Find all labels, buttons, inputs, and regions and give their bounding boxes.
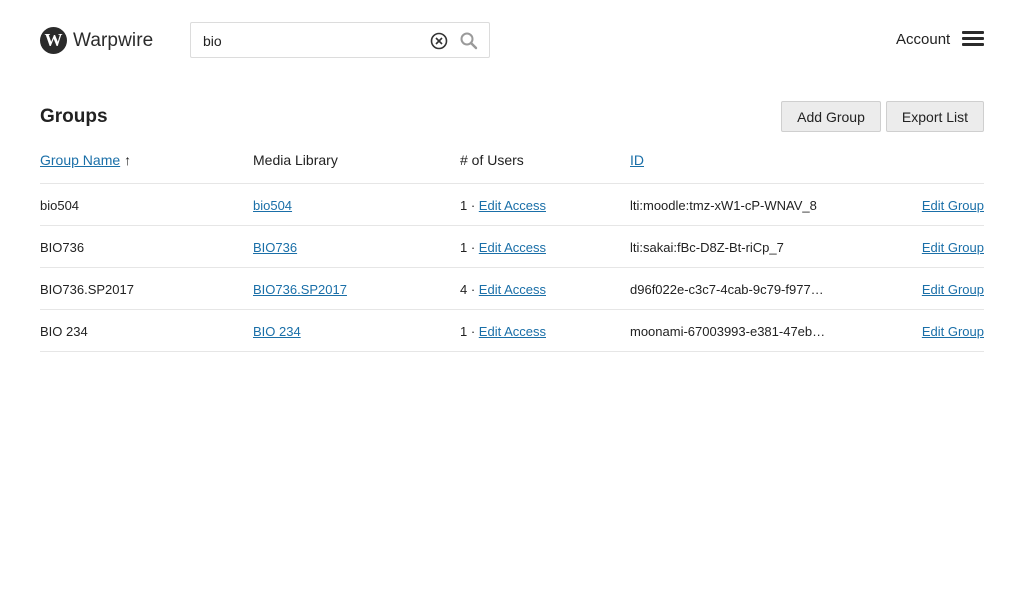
user-count-cell: 1 · Edit Access (460, 324, 546, 339)
media-library-link[interactable]: BIO736.SP2017 (253, 282, 347, 297)
group-id: moonami-67003993-e381-47eb… (630, 324, 826, 339)
group-name: bio504 (40, 198, 80, 213)
user-count-cell: 1 · Edit Access (460, 240, 546, 255)
table-row: BIO736 BIO736 1 · Edit Access lti:sakai:… (40, 226, 984, 268)
user-count: 1 · (460, 324, 476, 339)
sort-ascending-icon[interactable]: ↑ (124, 152, 131, 168)
warpwire-logo[interactable]: W Warpwire (40, 27, 153, 54)
user-count: 1 · (460, 240, 476, 255)
groups-table: Group Name ↑ Media Library # of Users ID … (40, 142, 984, 352)
user-count-cell: 1 · Edit Access (460, 198, 546, 213)
table-row: bio504 bio504 1 · Edit Access lti:moodle… (40, 184, 984, 226)
group-id: lti:moodle:tmz-xW1-cP-WNAV_8 (630, 198, 817, 213)
media-library-link[interactable]: bio504 (253, 198, 292, 213)
media-library-link[interactable]: BIO 234 (253, 324, 301, 339)
search-input[interactable] (203, 31, 423, 51)
add-group-button[interactable]: Add Group (781, 101, 881, 132)
edit-access-link[interactable]: Edit Access (479, 198, 546, 213)
clear-search-icon[interactable] (430, 32, 448, 50)
edit-group-link[interactable]: Edit Group (922, 324, 984, 339)
column-header-media-library: Media Library (253, 152, 338, 168)
user-count: 4 · (460, 282, 476, 297)
logo-mark: W (40, 27, 67, 54)
edit-access-link[interactable]: Edit Access (479, 324, 546, 339)
edit-group-link[interactable]: Edit Group (922, 240, 984, 255)
user-count-cell: 4 · Edit Access (460, 282, 546, 297)
group-name: BIO736.SP2017 (40, 282, 134, 297)
hamburger-menu-icon[interactable] (962, 31, 984, 49)
group-name: BIO736 (40, 240, 85, 255)
group-id: lti:sakai:fBc-D8Z-Bt-riCp_7 (630, 240, 784, 255)
edit-access-link[interactable]: Edit Access (479, 240, 546, 255)
group-id: d96f022e-c3c7-4cab-9c79-f977… (630, 282, 824, 297)
user-count: 1 · (460, 198, 476, 213)
table-row: BIO 234 BIO 234 1 · Edit Access moonami-… (40, 310, 984, 352)
table-header: Group Name ↑ Media Library # of Users ID (40, 142, 984, 184)
search-box (190, 22, 490, 58)
group-name: BIO 234 (40, 324, 88, 339)
edit-group-link[interactable]: Edit Group (922, 282, 984, 297)
column-header-group-name: Group Name ↑ (40, 152, 131, 168)
export-list-button[interactable]: Export List (886, 101, 984, 132)
media-library-link[interactable]: BIO736 (253, 240, 297, 255)
sort-group-name-link[interactable]: Group Name (40, 152, 120, 168)
search-icon[interactable] (459, 31, 479, 51)
account-link[interactable]: Account (896, 31, 950, 48)
table-row: BIO736.SP2017 BIO736.SP2017 4 · Edit Acc… (40, 268, 984, 310)
column-header-num-users: # of Users (460, 152, 524, 168)
edit-access-link[interactable]: Edit Access (479, 282, 546, 297)
logo-text: Warpwire (73, 29, 154, 51)
page-title: Groups (40, 106, 108, 127)
column-header-id: ID (630, 152, 644, 168)
edit-group-link[interactable]: Edit Group (922, 198, 984, 213)
top-header: W Warpwire Account (0, 0, 1024, 80)
sort-id-link[interactable]: ID (630, 152, 644, 168)
